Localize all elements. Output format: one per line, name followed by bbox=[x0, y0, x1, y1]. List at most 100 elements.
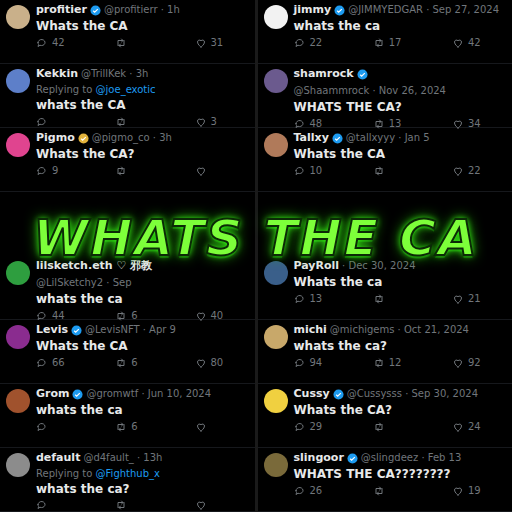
retweet-button[interactable] bbox=[373, 484, 413, 497]
like-button[interactable]: 34 bbox=[452, 117, 492, 130]
tweet[interactable]: Levis@LevisNFT · Apr 9Whats the CA66680 bbox=[0, 320, 255, 384]
like-button[interactable] bbox=[195, 420, 235, 433]
tweet[interactable]: slingoor@slingdeez · Feb 13WHATS THE CA?… bbox=[258, 448, 512, 512]
retweet-button[interactable] bbox=[373, 164, 413, 177]
retweet-button[interactable]: 6 bbox=[115, 309, 155, 322]
avatar[interactable] bbox=[264, 389, 288, 413]
like-button[interactable]: 92 bbox=[452, 356, 492, 369]
like-button[interactable]: 22 bbox=[452, 164, 492, 177]
author-name[interactable]: Kekkin bbox=[36, 67, 78, 81]
reply-button[interactable]: 42 bbox=[36, 36, 76, 49]
replying-handle[interactable]: @joe_exotic bbox=[96, 84, 156, 95]
reply-button[interactable] bbox=[36, 420, 76, 433]
like-button[interactable] bbox=[195, 164, 235, 177]
tweet[interactable]: Cussy@Cussysss · Sep 30, 2024Whats the C… bbox=[258, 384, 512, 448]
retweet-button[interactable] bbox=[373, 292, 413, 305]
like-button[interactable]: 31 bbox=[195, 36, 235, 49]
tweet-header: Levis@LevisNFT · Apr 9 bbox=[36, 323, 249, 337]
avatar[interactable] bbox=[264, 5, 288, 29]
reply-button[interactable] bbox=[36, 115, 76, 128]
retweet-button[interactable]: 6 bbox=[115, 420, 155, 433]
retweet-button[interactable] bbox=[115, 115, 155, 128]
reply-button[interactable]: 29 bbox=[294, 420, 334, 433]
like-button[interactable]: 40 bbox=[195, 309, 235, 322]
avatar[interactable] bbox=[6, 389, 30, 413]
tweet-text: whats the ca? bbox=[36, 482, 249, 497]
avatar[interactable] bbox=[6, 261, 30, 285]
author-name[interactable]: Tallxy bbox=[294, 131, 329, 145]
author-name[interactable]: michi bbox=[294, 323, 327, 337]
reply-button[interactable]: 94 bbox=[294, 356, 334, 369]
reply-button[interactable]: 13 bbox=[294, 292, 334, 305]
reply-icon bbox=[36, 357, 48, 369]
replying-to: Replying to @Fighthub_x bbox=[36, 467, 249, 480]
reply-button[interactable]: 10 bbox=[294, 164, 334, 177]
tweet[interactable]: Kekkin@TrillKek · 3hReplying to @joe_exo… bbox=[0, 64, 255, 128]
avatar[interactable] bbox=[264, 133, 288, 157]
like-button[interactable]: 42 bbox=[452, 36, 492, 49]
handle-time: @Shaammrock · Nov 26, 2024 bbox=[294, 84, 447, 98]
avatar[interactable] bbox=[6, 453, 30, 477]
tweet[interactable]: Tallxy@tallxyyy · Jan 5Whats the CA1022 bbox=[258, 128, 512, 192]
avatar[interactable] bbox=[264, 261, 288, 285]
author-name[interactable]: Levis bbox=[36, 323, 68, 337]
retweet-icon bbox=[115, 421, 127, 433]
retweet-button[interactable] bbox=[373, 420, 413, 433]
verified-badge-icon bbox=[357, 69, 368, 80]
author-name[interactable]: Pigmo bbox=[36, 131, 75, 145]
reply-button[interactable] bbox=[36, 499, 76, 511]
like-button[interactable]: 24 bbox=[452, 420, 492, 433]
like-button[interactable]: 3 bbox=[195, 115, 235, 128]
avatar[interactable] bbox=[6, 69, 30, 93]
author-name[interactable]: Cussy bbox=[294, 387, 330, 401]
retweet-button[interactable]: 13 bbox=[373, 117, 413, 130]
like-button[interactable] bbox=[195, 499, 235, 511]
like-count: 31 bbox=[211, 36, 224, 49]
reply-icon bbox=[294, 421, 306, 433]
avatar[interactable] bbox=[264, 453, 288, 477]
retweet-button[interactable] bbox=[115, 499, 155, 511]
retweet-button[interactable]: 17 bbox=[373, 36, 413, 49]
tweet[interactable]: michi@michigems · Oct 21, 2024whats the … bbox=[258, 320, 512, 384]
avatar[interactable] bbox=[6, 325, 30, 349]
retweet-count: 6 bbox=[131, 309, 137, 322]
tweet[interactable]: lilsketch.eth ♡ 邪教@LilSketchy2 · Sepwhat… bbox=[0, 256, 255, 320]
avatar[interactable] bbox=[6, 133, 30, 157]
tweet[interactable]: Grom@gromwtf · Jun 10, 2024whats the ca6 bbox=[0, 384, 255, 448]
retweet-button[interactable] bbox=[115, 164, 155, 177]
like-button[interactable]: 21 bbox=[452, 292, 492, 305]
replying-handle[interactable]: @Fighthub_x bbox=[96, 468, 160, 479]
like-icon bbox=[195, 116, 207, 128]
retweet-button[interactable] bbox=[115, 36, 155, 49]
reply-button[interactable]: 48 bbox=[294, 117, 334, 130]
avatar[interactable] bbox=[264, 69, 288, 93]
tweet[interactable]: Pigmo@pigmo_co · 3hWhats the CA?9 bbox=[0, 128, 255, 192]
author-name[interactable]: profitier bbox=[36, 3, 87, 17]
author-name[interactable]: PayRoll bbox=[294, 259, 340, 273]
avatar[interactable] bbox=[6, 5, 30, 29]
reply-button[interactable]: 22 bbox=[294, 36, 334, 49]
reply-button[interactable]: 9 bbox=[36, 164, 76, 177]
tweet[interactable]: default@d4fault_ · 13hReplying to @Fight… bbox=[0, 448, 255, 512]
reply-button[interactable]: 26 bbox=[294, 484, 334, 497]
retweet-button[interactable]: 12 bbox=[373, 356, 413, 369]
author-name[interactable]: default bbox=[36, 451, 80, 465]
reply-button[interactable]: 44 bbox=[36, 309, 76, 322]
retweet-button[interactable]: 6 bbox=[115, 356, 155, 369]
author-name[interactable]: jimmy bbox=[294, 3, 332, 17]
author-name[interactable]: slingoor bbox=[294, 451, 344, 465]
reply-count: 26 bbox=[310, 484, 323, 497]
author-name[interactable]: Grom bbox=[36, 387, 69, 401]
author-name[interactable]: shamrock bbox=[294, 67, 354, 81]
tweet[interactable]: shamrock@Shaammrock · Nov 26, 2024WHATS … bbox=[258, 64, 512, 128]
reply-button[interactable]: 66 bbox=[36, 356, 76, 369]
avatar[interactable] bbox=[264, 325, 288, 349]
tweet[interactable]: jimmy@JIMMYEDGAR · Sep 27, 2024whats the… bbox=[258, 0, 512, 64]
reply-count: 42 bbox=[52, 36, 65, 49]
tweet[interactable]: profitier@profitierr · 1hWhats the CA423… bbox=[0, 0, 255, 64]
author-name[interactable]: lilsketch.eth ♡ 邪教 bbox=[36, 259, 152, 273]
tweet[interactable]: PayRoll· Dec 30, 2024Whats the ca1321 bbox=[258, 256, 512, 320]
like-button[interactable]: 19 bbox=[452, 484, 492, 497]
reply-icon bbox=[36, 421, 48, 433]
like-button[interactable]: 80 bbox=[195, 356, 235, 369]
